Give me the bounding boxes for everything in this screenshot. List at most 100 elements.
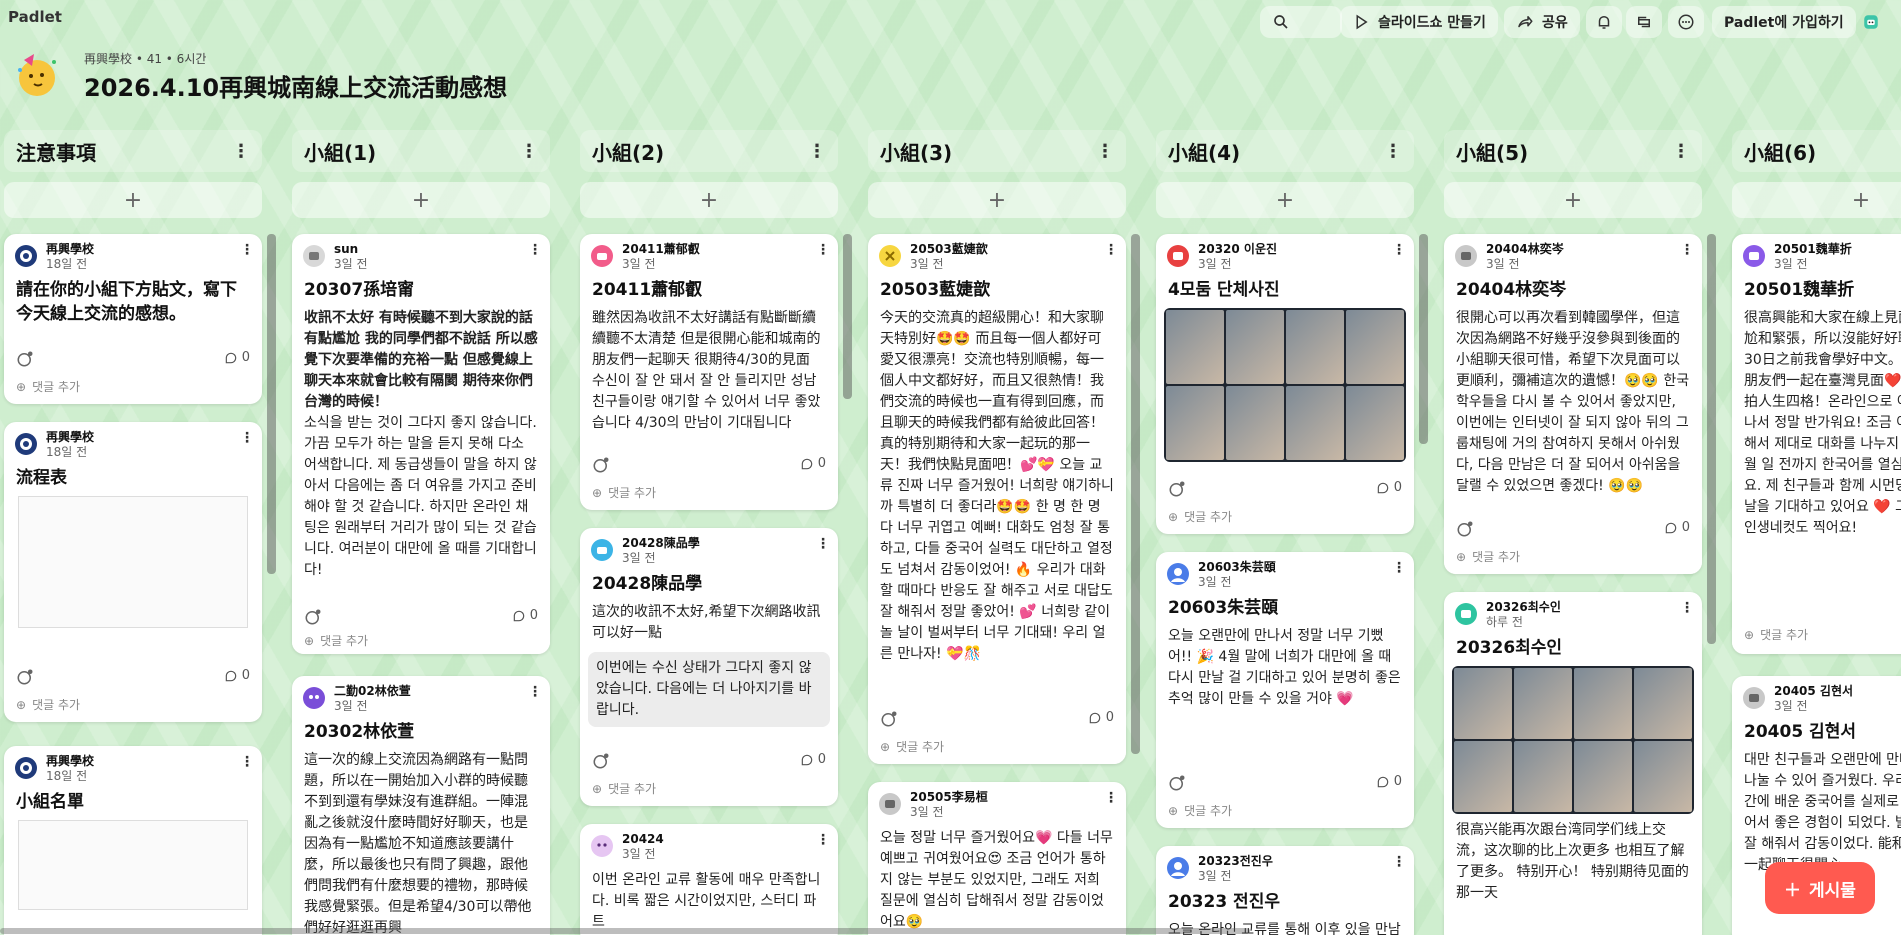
- post-menu-icon[interactable]: ⋮: [1104, 790, 1118, 806]
- post-menu-icon[interactable]: ⋮: [528, 242, 542, 258]
- add-post-button[interactable]: +: [1444, 182, 1702, 218]
- post-card[interactable]: 20505李易桓 3일 전 ⋮ 오늘 정말 너무 즐거웠어요💗 다들 너무 예쁘…: [868, 782, 1126, 935]
- post-card[interactable]: 20411蕭郁叡 3일 전 ⋮ 20411蕭郁叡 雖然因為收訊不太好講話有點斷斷…: [580, 234, 838, 510]
- post-card[interactable]: 20503藍婕歆 3일 전 ⋮ 20503藍婕歆 今天的交流真的超級開心！和大家…: [868, 234, 1126, 764]
- post-card[interactable]: 20404林奕岑 3일 전 ⋮ 20404林奕岑 很開心可以再次看到韓國學伴，但…: [1444, 234, 1702, 574]
- reaction-icon[interactable]: [16, 350, 34, 368]
- add-post-button[interactable]: +: [292, 182, 550, 218]
- column-more-icon[interactable]: ⋮: [520, 141, 538, 162]
- horizontal-scrollbar[interactable]: [0, 928, 1250, 934]
- comment-count[interactable]: 0: [1376, 774, 1402, 789]
- comment-count[interactable]: 0: [224, 350, 250, 365]
- post-menu-icon[interactable]: ⋮: [1104, 242, 1118, 258]
- add-comment[interactable]: ⊕ 댓글 추가: [592, 484, 656, 501]
- column-more-icon[interactable]: ⋮: [1384, 141, 1402, 162]
- add-post-button[interactable]: +: [1732, 182, 1901, 218]
- add-comment[interactable]: ⊕ 댓글 추가: [16, 378, 80, 395]
- comment-count[interactable]: 0: [800, 752, 826, 767]
- reaction-icon[interactable]: [1168, 480, 1186, 498]
- post-card[interactable]: 再興學校 18일 전 ⋮ 請在你的小組下方貼文，寫下今天線上交流的感想。 0 ⊕…: [4, 234, 262, 404]
- post-menu-icon[interactable]: ⋮: [528, 684, 542, 700]
- comment-count[interactable]: 0: [512, 608, 538, 623]
- post-menu-icon[interactable]: ⋮: [816, 242, 830, 258]
- reaction-icon[interactable]: [16, 668, 34, 686]
- add-comment-label: 댓글 추가: [32, 380, 81, 394]
- post-menu-icon[interactable]: ⋮: [1680, 242, 1694, 258]
- post-card[interactable]: 再興學校 18일 전 ⋮ 流程表 0 ⊕ 댓글 추가: [4, 422, 262, 722]
- signup-button[interactable]: Padlet에 가입하기: [1712, 6, 1856, 38]
- post-card[interactable]: 20428陳品學 3일 전 ⋮ 20428陳品學 這次的收訊不太好,希望下次網路…: [580, 528, 838, 806]
- post-title: 20326최수인: [1456, 638, 1563, 658]
- add-post-button[interactable]: +: [580, 182, 838, 218]
- comment-count[interactable]: 0: [800, 456, 826, 471]
- reaction-icon[interactable]: [1168, 774, 1186, 792]
- comment-count[interactable]: 0: [1664, 520, 1690, 535]
- column-scrollbar[interactable]: [1419, 234, 1428, 444]
- add-comment[interactable]: ⊕ 댓글 추가: [16, 696, 80, 713]
- post-card[interactable]: 20424 3일 전 ⋮ 이번 온라인 교류 활동에 매우 만족합니다. 비록 …: [580, 824, 838, 935]
- column-more-icon[interactable]: ⋮: [232, 141, 250, 162]
- reaction-icon[interactable]: [592, 456, 610, 474]
- slideshow-button[interactable]: 슬라이드쇼 만들기: [1340, 6, 1498, 38]
- comment-count[interactable]: 0: [1088, 710, 1114, 725]
- remake-button[interactable]: [1626, 6, 1662, 38]
- post-menu-icon[interactable]: ⋮: [1392, 854, 1406, 870]
- column-group-2: 小組(2) ⋮ + 20411蕭郁叡 3일 전 ⋮ 20411蕭郁叡 雖然因為收…: [580, 130, 852, 935]
- column-title: 小組(5): [1456, 140, 1529, 165]
- post-card[interactable]: 二勤02林依萱 3일 전 ⋮ 20302林依萱 這一次的線上交流因為網路有一點問…: [292, 676, 550, 935]
- post-menu-icon[interactable]: ⋮: [1680, 600, 1694, 616]
- user-avatar[interactable]: [1856, 6, 1892, 38]
- post-card[interactable]: 再興學校 18일 전 ⋮ 小組名單: [4, 746, 262, 935]
- add-comment-label: 댓글 추가: [608, 486, 657, 500]
- new-post-button[interactable]: ＋ 게시물: [1765, 862, 1875, 914]
- reaction-icon[interactable]: [880, 710, 898, 728]
- post-menu-icon[interactable]: ⋮: [240, 242, 254, 258]
- add-post-button[interactable]: +: [1156, 182, 1414, 218]
- notifications-button[interactable]: [1586, 6, 1622, 38]
- more-options-button[interactable]: [1668, 6, 1704, 38]
- post-card[interactable]: sun 3일 전 ⋮ 20307孫培甯 收訊不太好 有時候聽不到大家說的話 有點…: [292, 234, 550, 654]
- column-more-icon[interactable]: ⋮: [1096, 141, 1114, 162]
- post-menu-icon[interactable]: ⋮: [1392, 242, 1406, 258]
- post-menu-icon[interactable]: ⋮: [1392, 560, 1406, 576]
- post-card[interactable]: 20603朱芸頤 3일 전 ⋮ 20603朱芸頤 오늘 오랜만에 만나서 정말 …: [1156, 552, 1414, 828]
- post-menu-icon[interactable]: ⋮: [816, 832, 830, 848]
- group-photo-image[interactable]: [1452, 666, 1694, 814]
- column-more-icon[interactable]: ⋮: [1672, 141, 1690, 162]
- add-comment[interactable]: ⊕ 댓글 추가: [1168, 802, 1232, 819]
- reaction-icon[interactable]: [304, 608, 322, 626]
- member-list-image[interactable]: [18, 820, 248, 910]
- add-comment[interactable]: ⊕ 댓글 추가: [304, 632, 368, 649]
- reaction-icon[interactable]: [1456, 520, 1474, 538]
- comment-count[interactable]: 0: [1376, 480, 1402, 495]
- post-menu-icon[interactable]: ⋮: [816, 536, 830, 552]
- post-author: 20428陳品學: [622, 536, 700, 550]
- add-comment[interactable]: ⊕ 댓글 추가: [1744, 626, 1808, 643]
- column-scrollbar[interactable]: [843, 234, 852, 399]
- schedule-document-image[interactable]: [18, 496, 248, 628]
- post-card[interactable]: 20326최수인 하루 전 ⋮ 20326최수인 很高兴能再次跟台湾同学们线上交…: [1444, 592, 1702, 935]
- post-menu-icon[interactable]: ⋮: [240, 754, 254, 770]
- add-comment[interactable]: ⊕ 댓글 추가: [1456, 548, 1520, 565]
- add-post-button[interactable]: +: [4, 182, 262, 218]
- search-button[interactable]: [1260, 6, 1342, 38]
- share-button[interactable]: 공유: [1504, 6, 1580, 38]
- column-header: 小組(3) ⋮: [868, 130, 1126, 172]
- comment-count[interactable]: 0: [224, 668, 250, 683]
- column-more-icon[interactable]: ⋮: [808, 141, 826, 162]
- reaction-icon[interactable]: [592, 752, 610, 770]
- post-card[interactable]: 20323전진우 3일 전 ⋮ 20323 전진우 오늘 온라인 교류를 통해 …: [1156, 846, 1414, 935]
- post-card[interactable]: 20501魏華折 3일 전 ⋮ 20501魏華折 很高興能和大家在線上見面，有點…: [1732, 234, 1901, 654]
- add-comment[interactable]: ⊕ 댓글 추가: [592, 780, 656, 797]
- column-scrollbar[interactable]: [1131, 234, 1140, 754]
- add-comment[interactable]: ⊕ 댓글 추가: [1168, 508, 1232, 525]
- add-comment[interactable]: ⊕ 댓글 추가: [880, 738, 944, 755]
- add-post-button[interactable]: +: [868, 182, 1126, 218]
- comment-icon: [801, 754, 812, 765]
- group-photo-image[interactable]: [1164, 308, 1406, 462]
- post-card[interactable]: 20320 이운진 3일 전 ⋮ 4모둠 단체사진 0 ⊕ 댓글 추가: [1156, 234, 1414, 534]
- column-scrollbar[interactable]: [267, 234, 276, 574]
- post-menu-icon[interactable]: ⋮: [240, 430, 254, 446]
- column-scrollbar[interactable]: [1707, 234, 1716, 644]
- padlet-logo[interactable]: Padlet: [8, 8, 62, 26]
